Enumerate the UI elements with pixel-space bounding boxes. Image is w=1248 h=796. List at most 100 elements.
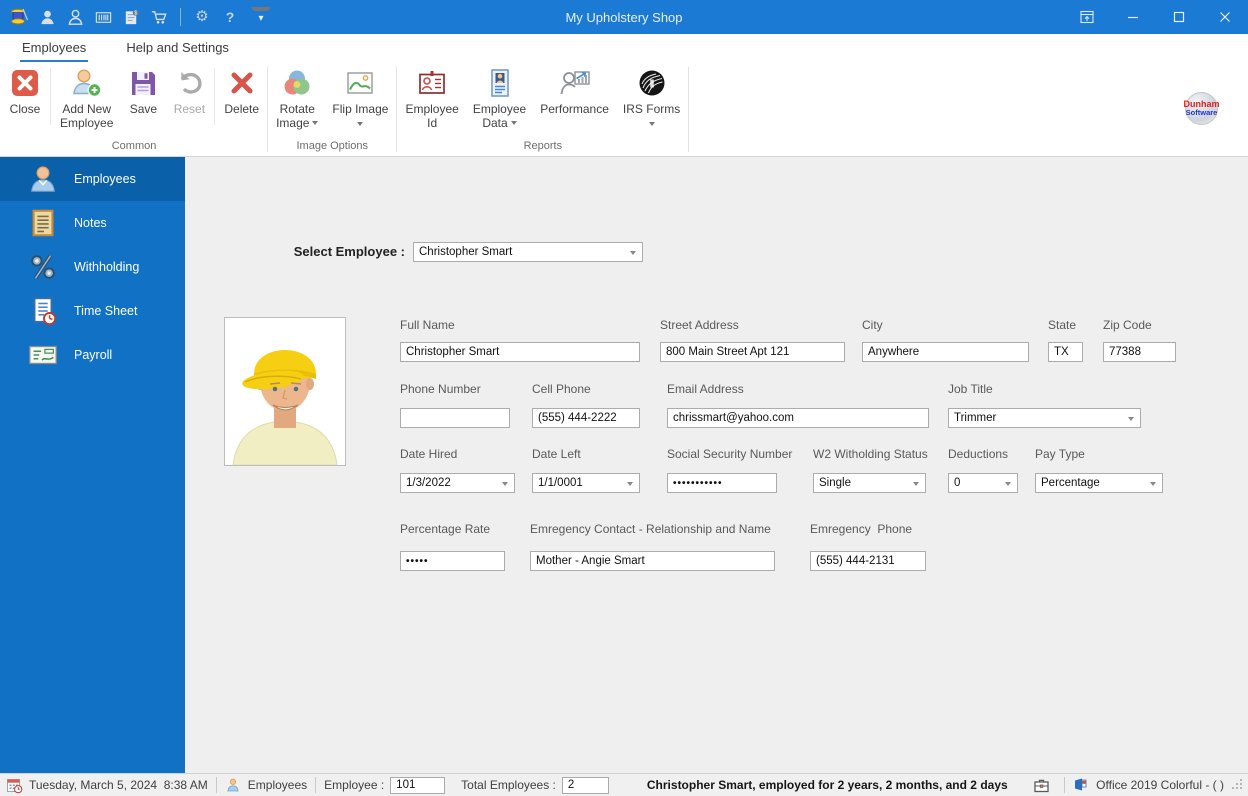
ribbon-group-separator bbox=[267, 67, 268, 152]
employee-photo bbox=[224, 317, 346, 466]
performance-button[interactable]: Performance bbox=[533, 62, 616, 139]
add-person-icon bbox=[71, 67, 103, 99]
status-employee-id[interactable]: 101 bbox=[390, 777, 445, 794]
email-address-input[interactable]: chrissmart@yahoo.com bbox=[667, 408, 929, 428]
close-window-button[interactable] bbox=[1202, 0, 1248, 34]
pay-type-field: Pay Type Percentage bbox=[1035, 473, 1163, 493]
save-button[interactable]: Save bbox=[120, 62, 166, 139]
status-person-icon bbox=[225, 777, 242, 794]
dropdown-arrow-icon[interactable] bbox=[1150, 482, 1156, 486]
employee-list-icon[interactable] bbox=[37, 7, 57, 27]
street-address-input[interactable]: 800 Main Street Apt 121 bbox=[660, 342, 845, 362]
performance-chart-icon bbox=[559, 67, 591, 99]
ribbon-display-options-button[interactable] bbox=[1064, 0, 1110, 34]
dropdown-arrow-icon[interactable] bbox=[502, 482, 508, 486]
w2-status-combo[interactable]: Single bbox=[813, 473, 926, 493]
select-employee-combo[interactable]: Christopher Smart bbox=[413, 242, 643, 262]
dropdown-chevron-icon bbox=[357, 122, 363, 126]
help-icon[interactable]: ? bbox=[220, 7, 240, 27]
city-input[interactable]: Anywhere bbox=[862, 342, 1029, 362]
sidebar-item-label: Withholding bbox=[74, 260, 139, 274]
sidebar-item-time-sheet[interactable]: Time Sheet bbox=[0, 289, 185, 333]
percentage-rate-field: Percentage Rate ••••• bbox=[400, 551, 505, 571]
full-name-input[interactable]: Christopher Smart bbox=[400, 342, 640, 362]
field-label: Emregency Phone bbox=[810, 522, 912, 536]
state-input[interactable]: TX bbox=[1048, 342, 1083, 362]
zip-code-input[interactable]: 77388 bbox=[1103, 342, 1176, 362]
pay-type-combo[interactable]: Percentage bbox=[1035, 473, 1163, 493]
briefcase-icon[interactable] bbox=[1033, 777, 1050, 794]
emergency-phone-input[interactable]: (555) 444-2131 bbox=[810, 551, 926, 571]
dropdown-arrow-icon[interactable] bbox=[1128, 417, 1134, 421]
tab-help-and-settings[interactable]: Help and Settings bbox=[124, 34, 231, 62]
employee-id-button[interactable]: Employee Id bbox=[398, 62, 465, 139]
phone-number-input[interactable] bbox=[400, 408, 510, 428]
undo-arrow-icon bbox=[173, 67, 205, 99]
select-employee-label: Select Employee : bbox=[225, 244, 405, 259]
reset-button[interactable]: Reset bbox=[166, 62, 212, 139]
dunham-software-logo: Dunham Software bbox=[1185, 92, 1218, 125]
status-separator bbox=[216, 777, 217, 793]
employee-data-button[interactable]: Employee Data bbox=[466, 62, 533, 139]
status-total-employees[interactable]: 2 bbox=[562, 777, 609, 794]
sidebar-item-notes[interactable]: Notes bbox=[0, 201, 185, 245]
ssn-input[interactable]: ••••••••••• bbox=[667, 473, 777, 493]
invoice-icon[interactable]: $ bbox=[121, 7, 141, 27]
sidebar-item-label: Payroll bbox=[74, 348, 112, 362]
resize-grip[interactable] bbox=[1232, 779, 1244, 791]
date-hired-combo[interactable]: 1/3/2022 bbox=[400, 473, 515, 493]
ribbon-group-separator bbox=[688, 67, 689, 152]
sidebar-item-payroll[interactable]: Payroll bbox=[0, 333, 185, 377]
sidebar-item-label: Employees bbox=[74, 172, 136, 186]
employee-form-panel: Select Employee : Christopher Smart bbox=[185, 157, 1248, 773]
cell-phone-input[interactable]: (555) 444-2222 bbox=[532, 408, 640, 428]
qat-customize-chevron-icon[interactable]: ▾ bbox=[251, 7, 271, 27]
settings-gear-icon[interactable]: ⚙ bbox=[192, 7, 212, 27]
add-new-employee-button[interactable]: Add New Employee bbox=[53, 62, 120, 139]
timesheet-document-clock-icon bbox=[27, 295, 59, 327]
tab-employees[interactable]: Employees bbox=[20, 34, 88, 62]
status-separator bbox=[315, 777, 316, 793]
shopping-cart-icon[interactable] bbox=[149, 7, 169, 27]
dropdown-arrow-icon[interactable] bbox=[913, 482, 919, 486]
flip-image-button[interactable]: Flip Image bbox=[325, 62, 395, 139]
svg-text:$: $ bbox=[134, 10, 137, 16]
percent-icon bbox=[27, 251, 59, 283]
sidebar-item-label: Notes bbox=[74, 216, 107, 230]
rotate-image-button[interactable]: Rotate Image bbox=[269, 62, 325, 139]
emergency-phone-field: Emregency Phone (555) 444-2131 bbox=[810, 551, 926, 571]
irs-emblem-icon bbox=[636, 67, 668, 99]
city-field: City Anywhere bbox=[862, 342, 1029, 362]
date-left-combo[interactable]: 1/1/0001 bbox=[532, 473, 640, 493]
dropdown-arrow-icon[interactable] bbox=[627, 482, 633, 486]
w2-status-field: W2 Witholding Status Single bbox=[813, 473, 926, 493]
ribbon-group-image-options: Rotate Image Flip Image Image Options bbox=[269, 62, 395, 156]
deductions-field: Deductions 0 bbox=[948, 473, 1018, 493]
email-address-field: Email Address chrissmart@yahoo.com bbox=[667, 408, 929, 428]
status-skin-name[interactable]: Office 2019 Colorful - ( ) bbox=[1096, 778, 1224, 792]
group-inner-separator bbox=[50, 68, 51, 125]
maximize-button[interactable] bbox=[1156, 0, 1202, 34]
dropdown-arrow-icon[interactable] bbox=[630, 251, 636, 255]
status-employee-label: Employee : bbox=[324, 778, 384, 792]
emergency-contact-input[interactable]: Mother - Angie Smart bbox=[530, 551, 775, 571]
job-title-field: Job Title Trimmer bbox=[948, 408, 1141, 428]
sidebar-item-employees[interactable]: Employees bbox=[0, 157, 185, 201]
barcode-icon[interactable] bbox=[93, 7, 113, 27]
customer-icon[interactable] bbox=[65, 7, 85, 27]
job-title-combo[interactable]: Trimmer bbox=[948, 408, 1141, 428]
field-label: Full Name bbox=[400, 318, 455, 332]
delete-button[interactable]: Delete bbox=[217, 62, 266, 139]
sidebar-item-label: Time Sheet bbox=[74, 304, 137, 318]
cell-phone-field: Cell Phone (555) 444-2222 bbox=[532, 408, 640, 428]
minimize-button[interactable] bbox=[1110, 0, 1156, 34]
close-button[interactable]: Close bbox=[2, 62, 48, 139]
status-separator bbox=[1064, 777, 1065, 793]
sidebar-item-withholding[interactable]: Withholding bbox=[0, 245, 185, 289]
dropdown-arrow-icon[interactable] bbox=[1005, 482, 1011, 486]
deductions-combo[interactable]: 0 bbox=[948, 473, 1018, 493]
percentage-rate-input[interactable]: ••••• bbox=[400, 551, 505, 571]
toolbar-separator bbox=[180, 8, 181, 26]
irs-forms-button[interactable]: IRS Forms bbox=[616, 62, 687, 139]
field-label: Email Address bbox=[667, 382, 744, 396]
